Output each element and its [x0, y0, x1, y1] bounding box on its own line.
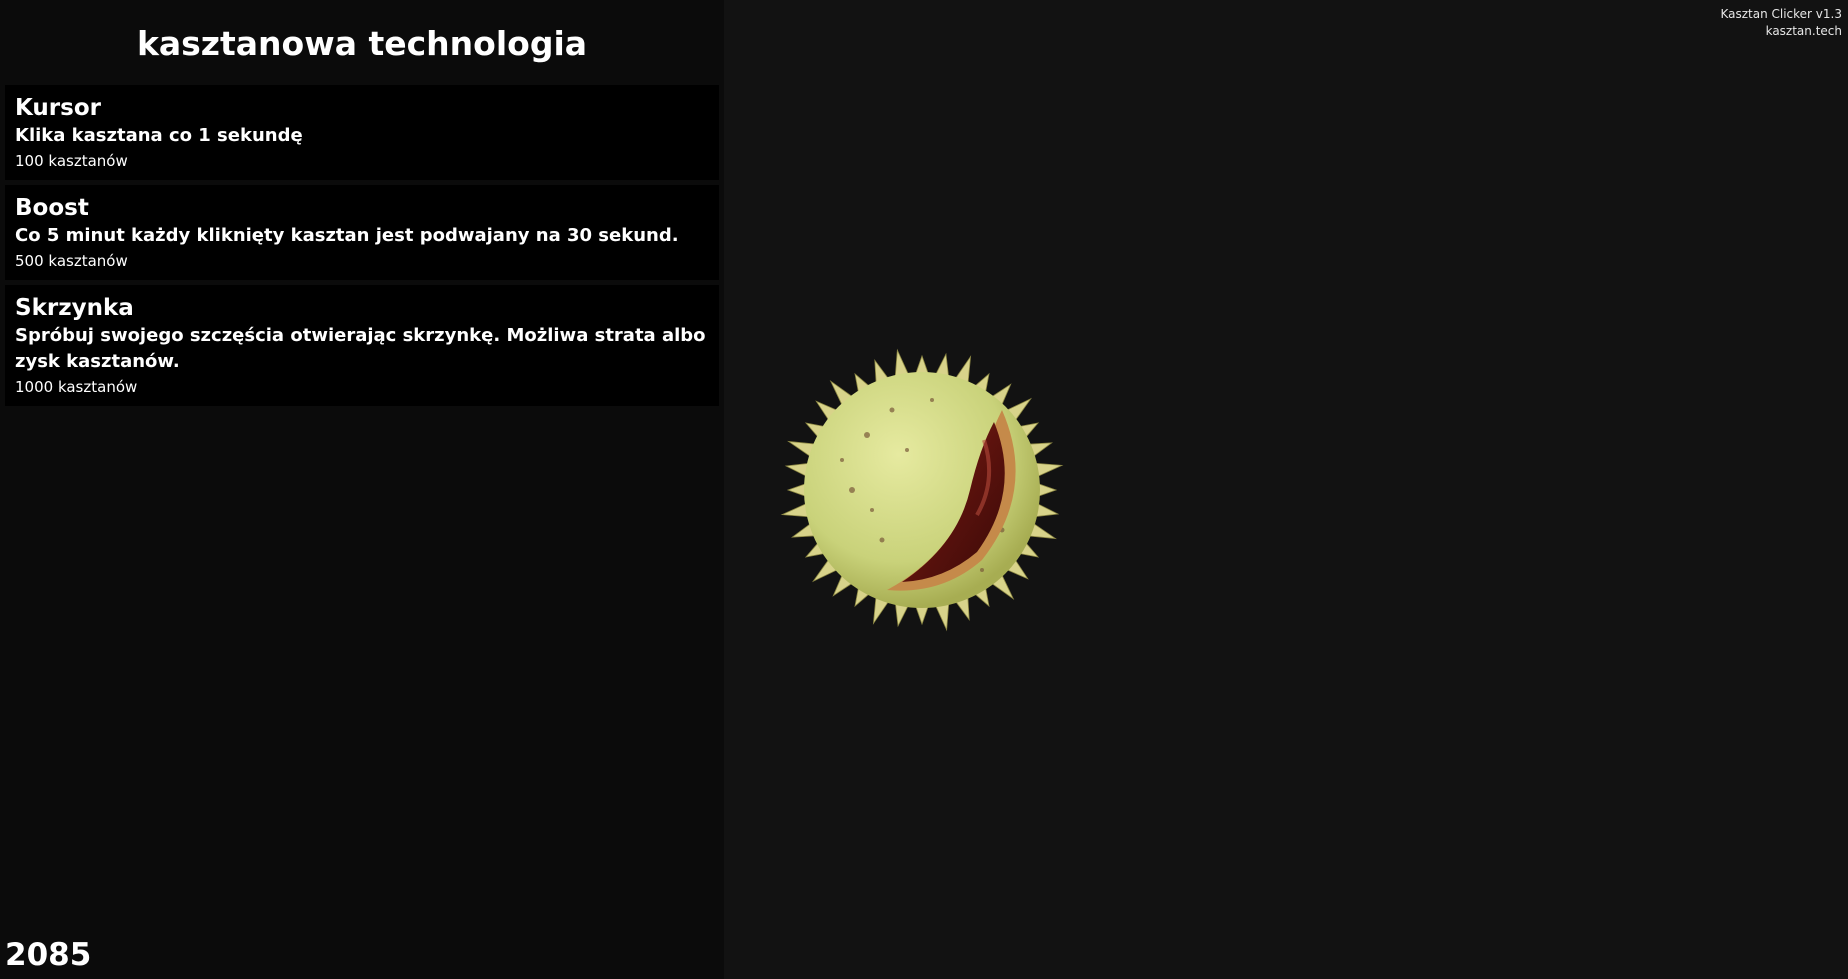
upgrade-description: Klika kasztana co 1 sekundę [15, 125, 303, 146]
upgrade-item-kursor[interactable]: Kursor Klika kasztana co 1 sekundę 100 k… [5, 85, 719, 180]
sidebar-title: kasztanowa technologia [136, 24, 588, 63]
version-label: Kasztan Clicker v1.3 [1720, 7, 1842, 21]
upgrade-price: 500 kasztanów [15, 252, 128, 270]
upgrade-sidebar: kasztanowa technologia Kursor Klika kasz… [0, 0, 724, 979]
version-info: Kasztan Clicker v1.3 kasztan.tech [1720, 6, 1842, 40]
upgrade-list: Kursor Klika kasztana co 1 sekundę 100 k… [0, 85, 724, 406]
upgrade-name: Skrzynka [15, 295, 134, 321]
chestnut-icon [780, 348, 1064, 632]
upgrade-item-skrzynka[interactable]: Skrzynka Spróbuj swojego szczęścia otwie… [5, 285, 719, 406]
upgrade-price: 1000 kasztanów [15, 378, 138, 396]
chestnut-click-target[interactable] [772, 340, 1072, 640]
chestnut-counter: 2085 [5, 937, 92, 973]
upgrade-name: Kursor [15, 95, 101, 121]
upgrade-item-boost[interactable]: Boost Co 5 minut każdy kliknięty kasztan… [5, 185, 719, 280]
upgrade-price: 100 kasztanów [15, 152, 128, 170]
site-link[interactable]: kasztan.tech [1720, 23, 1842, 40]
upgrade-name: Boost [15, 195, 89, 221]
upgrade-description: Co 5 minut każdy kliknięty kasztan jest … [15, 225, 679, 246]
upgrade-description: Spróbuj swojego szczęścia otwierając skr… [15, 325, 706, 372]
